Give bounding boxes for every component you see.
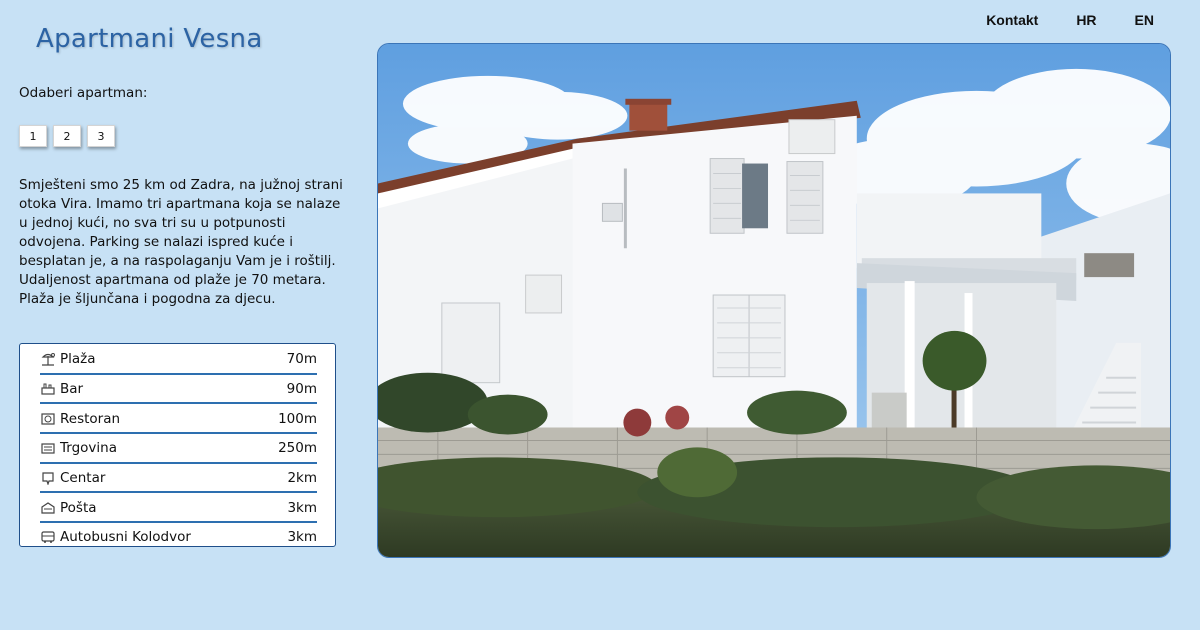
distance-value: 100m: [278, 410, 317, 427]
site-title[interactable]: Apartmani Vesna: [36, 24, 263, 54]
center-icon: [40, 471, 56, 485]
distance-name: Autobusni Kolodvor: [60, 529, 191, 546]
intro-text: Smješteni smo 25 km od Zadra, na južnoj …: [19, 177, 343, 307]
distance-value: 90m: [286, 380, 317, 397]
distances-list: Plaža 70m Bar 90m Restoran 100m Trgovina…: [19, 343, 336, 547]
distance-row-restaurant: Restoran 100m: [40, 405, 317, 434]
nav-contact-link[interactable]: Kontakt: [986, 12, 1038, 28]
shop-icon: [40, 441, 56, 455]
nav-lang-hr-link[interactable]: HR: [1076, 12, 1096, 28]
distance-name: Bar: [60, 380, 84, 397]
distance-name: Centar: [60, 470, 106, 486]
distance-row-beach: Plaža 70m: [40, 346, 317, 375]
distance-value: 250m: [278, 440, 317, 457]
distance-value: 3km: [287, 529, 317, 546]
distance-name: Trgovina: [60, 440, 117, 457]
bus-icon: [40, 530, 56, 544]
distance-name: Plaža: [60, 351, 96, 368]
distance-row-center: Centar 2km: [40, 465, 317, 494]
bar-icon: [40, 382, 56, 396]
apartment-3-button[interactable]: 3: [87, 125, 115, 147]
apartment-select-label: Odaberi apartman:: [19, 85, 148, 101]
apartment-buttons: 1 2 3: [19, 125, 115, 147]
distance-row-bar: Bar 90m: [40, 376, 317, 405]
distance-row-bus: Autobusni Kolodvor 3km: [40, 524, 317, 551]
distance-name: Restoran: [60, 410, 121, 427]
house-photo: [377, 43, 1171, 558]
distance-value: 3km: [287, 499, 317, 516]
house-photo-illustration: [378, 44, 1170, 557]
post-icon: [40, 501, 56, 515]
distance-row-post: Pošta 3km: [40, 494, 317, 523]
apartment-1-button[interactable]: 1: [19, 125, 47, 147]
restaurant-icon: [40, 412, 56, 426]
apartment-2-button[interactable]: 2: [53, 125, 81, 147]
nav-lang-en-link[interactable]: EN: [1135, 12, 1154, 28]
distance-value: 2km: [287, 470, 317, 486]
beach-icon: [40, 352, 56, 366]
distance-name: Pošta: [60, 499, 97, 516]
top-nav: Kontakt HR EN: [986, 12, 1154, 28]
distance-value: 70m: [286, 351, 317, 368]
distance-row-shop: Trgovina 250m: [40, 435, 317, 464]
